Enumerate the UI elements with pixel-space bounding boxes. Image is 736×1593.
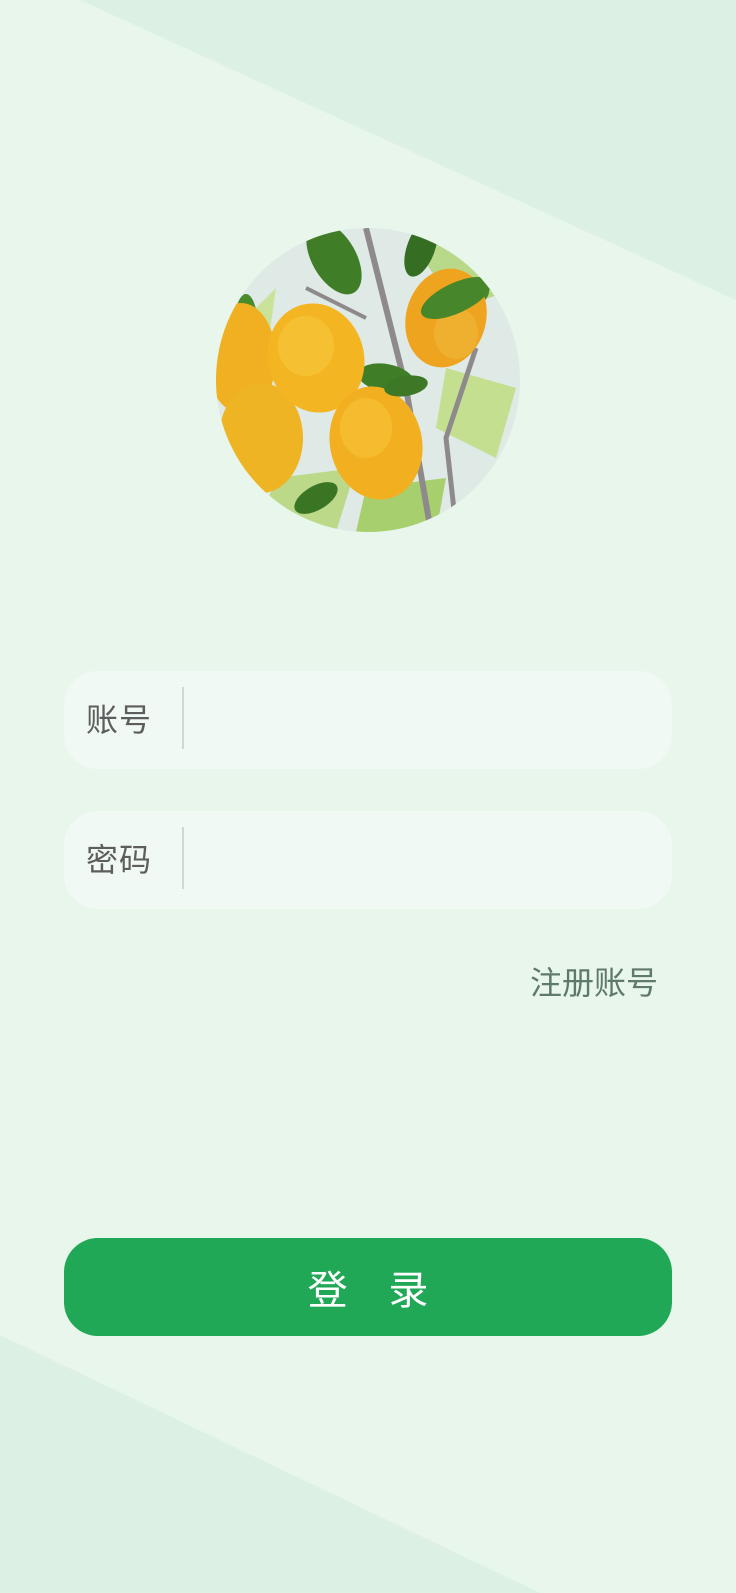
account-divider <box>182 687 184 749</box>
account-field: 账号 <box>64 671 672 769</box>
password-field: 密码 <box>64 811 672 909</box>
password-label: 密码 <box>86 841 153 879</box>
password-divider <box>182 827 184 889</box>
account-label: 账号 <box>86 701 153 739</box>
register-account-link[interactable]: 注册账号 <box>530 958 658 1004</box>
lemon-painting-avatar <box>216 228 520 532</box>
password-input[interactable] <box>196 825 650 897</box>
avatar <box>216 228 520 532</box>
login-button[interactable]: 登 录 <box>64 1238 672 1336</box>
account-input[interactable] <box>196 685 650 757</box>
